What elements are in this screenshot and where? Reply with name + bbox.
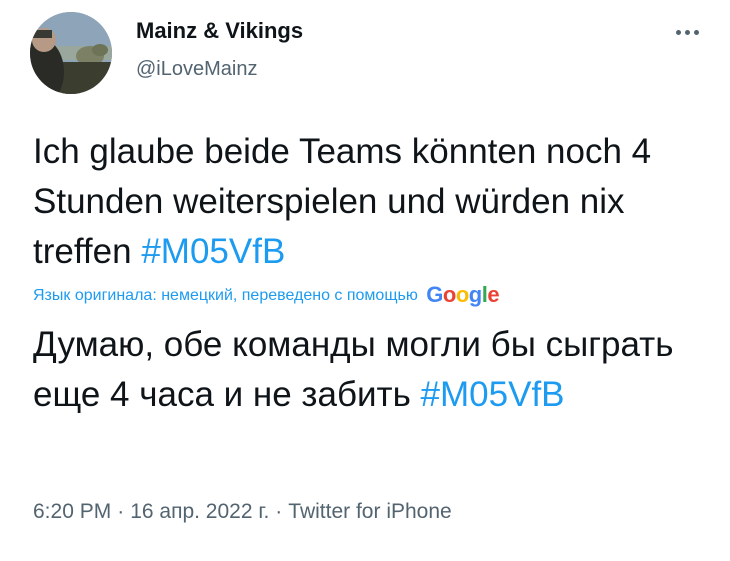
tweet-source[interactable]: Twitter for iPhone — [288, 500, 451, 523]
hashtag-link[interactable]: #M05VfB — [141, 232, 285, 271]
tweet-date[interactable]: 16 апр. 2022 г. — [130, 500, 269, 523]
translated-hashtag-link[interactable]: #M05VfB — [421, 375, 565, 414]
translation-label[interactable]: Язык оригинала: немецкий, переведено с п… — [33, 287, 418, 304]
google-logo: Google — [426, 282, 500, 307]
meta-separator: · — [275, 500, 283, 523]
meta-separator: · — [117, 500, 125, 523]
author-name[interactable]: Mainz & Vikings — [136, 18, 303, 44]
author-handle[interactable]: @iLoveMainz — [136, 58, 257, 81]
translated-text: Думаю, обе команды могли бы сыграть еще … — [33, 320, 713, 420]
avatar[interactable] — [30, 12, 112, 94]
tweet-text: Ich glaube beide Teams könnten noch 4 St… — [33, 127, 713, 277]
translated-text-main: Думаю, обе команды могли бы сыграть еще … — [33, 325, 674, 414]
translation-notice: Язык оригинала: немецкий, переведено с п… — [33, 282, 500, 308]
avatar-photo — [30, 12, 112, 94]
tweet-meta: 6:20 PM · 16 апр. 2022 г. · Twitter for iPho… — [33, 500, 452, 524]
tweet-card: Mainz & Vikings @iLoveMainz Ich glaube b… — [0, 0, 730, 561]
tweet-time[interactable]: 6:20 PM — [33, 500, 111, 523]
more-horizontal-icon — [674, 22, 701, 40]
tweet-text-main: Ich glaube beide Teams könnten noch 4 St… — [33, 132, 652, 271]
more-button[interactable] — [670, 16, 704, 46]
